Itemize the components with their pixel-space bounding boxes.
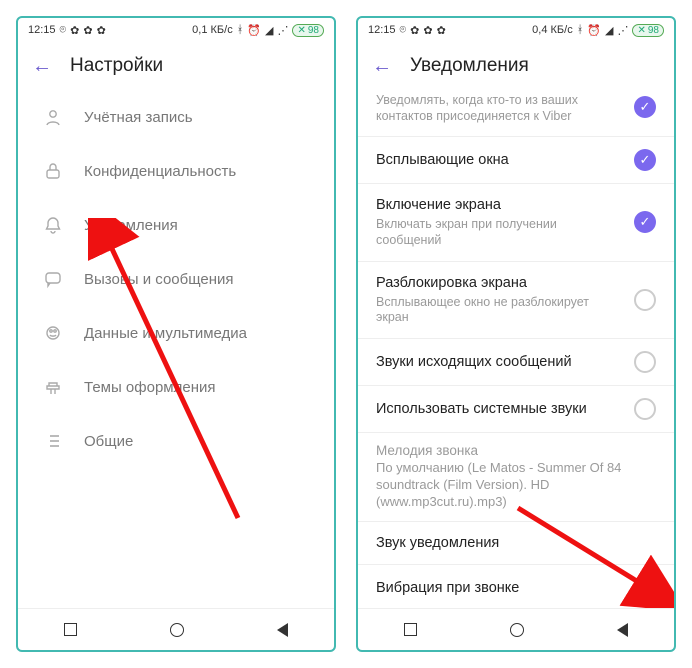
notif-title: Разблокировка экрана (376, 274, 624, 292)
whatsapp-icon: ⌾ (60, 24, 67, 37)
notif-item-screenon[interactable]: Включение экрана Включать экран при полу… (358, 184, 674, 261)
notif-item-sound[interactable]: Звук уведомления (358, 521, 674, 565)
notif-title: Включение экрана (376, 196, 624, 214)
notif-item-system-sounds[interactable]: Использовать системные звуки (358, 386, 674, 433)
notif-item-vibrate[interactable]: Вибрация при звонке ✓ (358, 565, 674, 608)
gear-icon: ✿ (97, 24, 106, 37)
gear-icon: ✿ (437, 24, 446, 37)
status-time: 12:15 (28, 24, 56, 36)
settings-list: Учётная запись Конфиденциальность Уведом… (18, 90, 334, 608)
notif-title: Вибрация при звонке (376, 579, 624, 597)
notif-sub: Всплывающее окно не разблокирует экран (376, 295, 624, 326)
page-title: Настройки (70, 55, 163, 77)
nav-back-icon[interactable] (617, 623, 628, 637)
back-icon[interactable]: ← (32, 56, 52, 76)
settings-item-label: Уведомления (84, 217, 178, 234)
notif-title: Звук уведомления (376, 534, 656, 552)
notif-sub: Уведомлять, когда кто-то из ваших контак… (376, 93, 624, 124)
phone-left: 12:15 ⌾ ✿ ✿ ✿ 0,1 КБ/с ᚼ ⏰ ◢ ⋰ ✕98 ← Нас… (16, 16, 336, 652)
android-navbar (358, 608, 674, 650)
status-time: 12:15 (368, 24, 396, 36)
settings-item-label: Учётная запись (84, 109, 193, 126)
nav-home-icon[interactable] (170, 623, 184, 637)
toggle-on-icon[interactable]: ✓ (634, 211, 656, 233)
notif-item-contact-joined[interactable]: Уведомлять, когда кто-то из ваших контак… (358, 90, 674, 137)
alarm-icon: ⏰ (587, 24, 601, 37)
toggle-off-icon[interactable] (634, 351, 656, 373)
notif-item-unlock[interactable]: Разблокировка экрана Всплывающее окно не… (358, 262, 674, 339)
alarm-icon: ⏰ (247, 24, 261, 37)
whatsapp-icon: ⌾ (400, 24, 407, 37)
notif-item-outgoing-sounds[interactable]: Звуки исходящих сообщений (358, 339, 674, 386)
appbar: ← Уведомления (358, 42, 674, 90)
notif-item-popups[interactable]: Всплывающие окна ✓ (358, 137, 674, 184)
gear-icon: ✿ (83, 24, 92, 37)
account-icon (42, 106, 64, 128)
notif-title: Использовать системные звуки (376, 400, 624, 418)
phone-right: 12:15 ⌾ ✿ ✿ ✿ 0,4 КБ/с ᚼ ⏰ ◢ ⋰ ✕98 ← Уве… (356, 16, 676, 652)
battery-indicator: ✕98 (632, 24, 664, 37)
bluetooth-icon: ᚼ (237, 24, 244, 36)
bluetooth-icon: ᚼ (577, 24, 584, 36)
gear-icon: ✿ (423, 24, 432, 37)
wifi-icon: ⋰ (617, 24, 628, 37)
notif-sub: Включать экран при получении сообщений (376, 217, 624, 248)
settings-item-general[interactable]: Общие (18, 414, 334, 468)
bell-icon (42, 214, 64, 236)
appbar: ← Настройки (18, 42, 334, 90)
android-navbar (18, 608, 334, 650)
settings-item-privacy[interactable]: Конфиденциальность (18, 144, 334, 198)
lock-icon (42, 160, 64, 182)
battery-indicator: ✕98 (292, 24, 324, 37)
theme-icon (42, 376, 64, 398)
toggle-on-icon[interactable]: ✓ (634, 577, 656, 599)
notif-title: Звуки исходящих сообщений (376, 353, 624, 371)
settings-item-calls[interactable]: Вызовы и сообщения (18, 252, 334, 306)
status-bar: 12:15 ⌾ ✿ ✿ ✿ 0,4 КБ/с ᚼ ⏰ ◢ ⋰ ✕98 (358, 18, 674, 42)
page-title: Уведомления (410, 55, 529, 77)
media-icon (42, 322, 64, 344)
settings-item-media[interactable]: Данные и мультимедиа (18, 306, 334, 360)
notifications-list: Уведомлять, когда кто-то из ваших контак… (358, 90, 674, 608)
settings-item-themes[interactable]: Темы оформления (18, 360, 334, 414)
status-net: 0,1 КБ/с (192, 24, 233, 36)
status-bar: 12:15 ⌾ ✿ ✿ ✿ 0,1 КБ/с ᚼ ⏰ ◢ ⋰ ✕98 (18, 18, 334, 42)
toggle-off-icon[interactable] (634, 289, 656, 311)
back-icon[interactable]: ← (372, 56, 392, 76)
toggle-off-icon[interactable] (634, 398, 656, 420)
gear-icon: ✿ (410, 24, 419, 37)
nav-recent-icon[interactable] (404, 623, 417, 636)
settings-item-account[interactable]: Учётная запись (18, 90, 334, 144)
wifi-icon: ⋰ (277, 24, 288, 37)
settings-item-label: Общие (84, 433, 133, 450)
list-icon (42, 430, 64, 452)
nav-recent-icon[interactable] (64, 623, 77, 636)
notif-title: Всплывающие окна (376, 151, 624, 169)
toggle-on-icon[interactable]: ✓ (634, 149, 656, 171)
chat-icon (42, 268, 64, 290)
nav-back-icon[interactable] (277, 623, 288, 637)
settings-item-label: Вызовы и сообщения (84, 271, 234, 288)
gear-icon: ✿ (70, 24, 79, 37)
ringtone-header: Мелодия звонка (358, 433, 674, 460)
settings-item-label: Данные и мультимедиа (84, 325, 247, 342)
settings-item-label: Темы оформления (84, 379, 215, 396)
toggle-on-icon[interactable]: ✓ (634, 96, 656, 118)
settings-item-notifications[interactable]: Уведомления (18, 198, 334, 252)
ringtone-value[interactable]: По умолчанию (Le Matos - Summer Of 84 so… (358, 460, 674, 521)
signal-icon: ◢ (265, 24, 273, 37)
status-net: 0,4 КБ/с (532, 24, 573, 36)
settings-item-label: Конфиденциальность (84, 163, 236, 180)
signal-icon: ◢ (605, 24, 613, 37)
nav-home-icon[interactable] (510, 623, 524, 637)
